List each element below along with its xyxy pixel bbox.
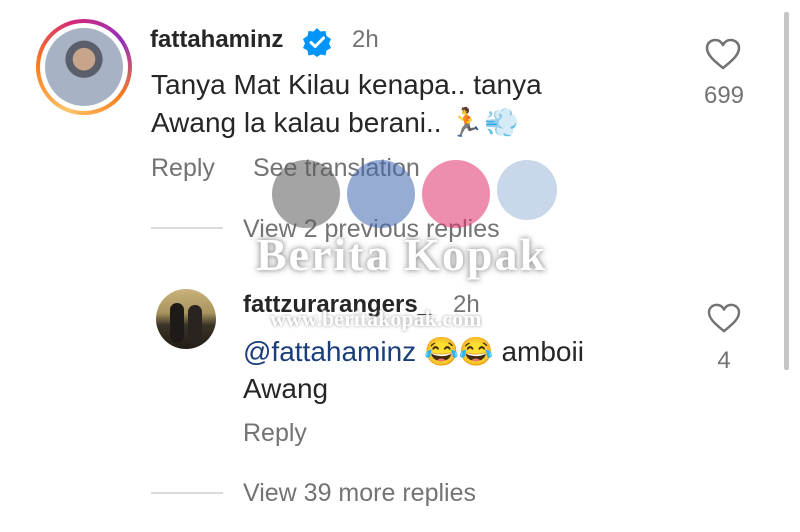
comment-text-line-1: Tanya Mat Kilau kenapa.. tanya (151, 69, 542, 100)
commenter-avatar[interactable] (36, 19, 132, 115)
watermark-globe-icon (497, 160, 557, 220)
reply-timestamp: 2h (453, 291, 480, 318)
view-previous-replies-button[interactable]: View 2 previous replies (243, 215, 500, 244)
comment-like-heart-icon[interactable] (705, 38, 741, 70)
commenter-username[interactable]: fattahaminz (150, 26, 283, 54)
see-translation-button[interactable]: See translation (253, 154, 420, 183)
replier-username[interactable]: fattzurarangers_ (243, 291, 431, 319)
reply-like-count: 4 (717, 347, 731, 374)
reply-mention-link[interactable]: @fattahaminz (243, 336, 416, 367)
reply-text-line-2: Awang (243, 373, 329, 404)
reply-like-heart-icon[interactable] (707, 303, 741, 333)
comment-text-line-2: Awang la kalau berani.. 🏃💨 (151, 107, 520, 138)
comment-like-count: 699 (703, 82, 745, 109)
view-more-replies-button[interactable]: View 39 more replies (243, 479, 476, 508)
verified-badge-icon (302, 27, 332, 62)
reply-text-rest: 😂😂 amboii (416, 336, 584, 367)
comment-reply-button[interactable]: Reply (151, 154, 215, 183)
replies-divider-line (151, 227, 223, 229)
scrollbar[interactable] (784, 12, 789, 370)
reply-text-line-1: @fattahaminz 😂😂 amboii (243, 333, 584, 371)
more-replies-divider-line (151, 492, 223, 494)
reply-reply-button[interactable]: Reply (243, 419, 307, 448)
comment-timestamp: 2h (352, 26, 379, 53)
replier-avatar[interactable] (156, 289, 216, 349)
